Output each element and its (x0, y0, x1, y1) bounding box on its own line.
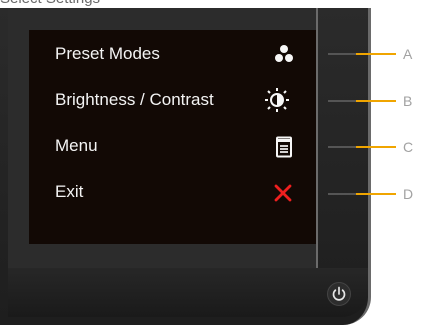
callout-line-a (356, 53, 396, 55)
preset-dots-icon (275, 45, 293, 62)
callout-line-c (356, 146, 396, 148)
exit-x-icon (274, 184, 292, 202)
menu-item-preset-modes[interactable]: Preset Modes (55, 40, 305, 68)
menu-label-menu: Menu (55, 136, 98, 155)
callout-label-b: B (403, 93, 413, 109)
menu-label-brightness-contrast: Brightness / Contrast (55, 90, 214, 109)
power-button[interactable] (327, 282, 351, 306)
top-cropped-text: Select Settings (0, 0, 190, 8)
power-icon (332, 286, 346, 301)
hardware-button-a[interactable] (328, 53, 356, 55)
menu-item-menu[interactable]: Menu (55, 132, 305, 160)
hardware-button-c[interactable] (328, 146, 356, 148)
callout-label-d: D (403, 186, 414, 202)
callout-label-a: A (403, 46, 413, 62)
hardware-button-d[interactable] (328, 193, 356, 195)
callout-line-b (356, 100, 396, 102)
callout-line-d (356, 193, 396, 195)
hardware-button-b[interactable] (328, 100, 356, 102)
menu-document-icon (276, 136, 292, 158)
brightness-contrast-icon (265, 88, 289, 112)
monitor-osd-screenshot: Select Settings Preset Modes Brightness … (0, 0, 424, 325)
menu-item-exit[interactable]: Exit (55, 178, 305, 206)
menu-label-preset-modes: Preset Modes (55, 44, 160, 63)
monitor-bottom-bezel (8, 268, 368, 317)
menu-label-exit: Exit (55, 182, 84, 201)
menu-item-brightness-contrast[interactable]: Brightness / Contrast (55, 86, 305, 114)
callout-label-c: C (403, 139, 414, 155)
